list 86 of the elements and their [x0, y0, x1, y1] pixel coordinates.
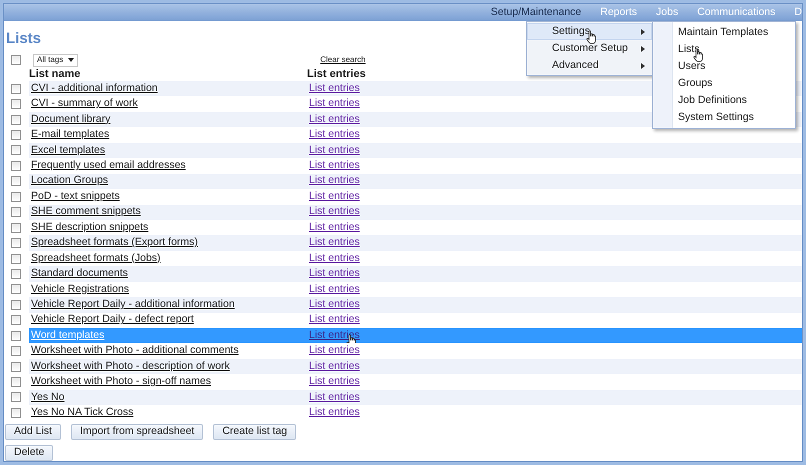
- menu-item[interactable]: Advanced: [527, 57, 652, 74]
- checkbox[interactable]: [11, 254, 21, 264]
- tag-select[interactable]: All tags: [33, 54, 78, 66]
- checkbox[interactable]: [11, 408, 21, 418]
- list-entries-link[interactable]: List entries: [309, 296, 360, 313]
- checkbox[interactable]: [11, 145, 21, 156]
- list-entries-link[interactable]: List entries: [309, 282, 360, 298]
- list-name-link[interactable]: Standard documents: [31, 266, 309, 282]
- checkbox[interactable]: [11, 84, 21, 94]
- list-entries-link[interactable]: List entries: [309, 250, 360, 266]
- list-name-link[interactable]: SHE description snippets: [31, 220, 309, 236]
- menu-item[interactable]: Maintain Templates: [678, 24, 768, 40]
- list-name-link[interactable]: Spreadsheet formats (Jobs): [31, 250, 309, 266]
- checkbox[interactable]: [11, 377, 21, 388]
- list-name-link[interactable]: Frequently used email addresses: [31, 158, 309, 174]
- checkbox[interactable]: [11, 362, 21, 372]
- checkbox[interactable]: [11, 160, 21, 171]
- checkbox[interactable]: [11, 238, 21, 248]
- button[interactable]: Create list tag: [213, 424, 296, 440]
- list-entries-link[interactable]: List entries: [309, 173, 360, 190]
- column-header: List entries: [307, 66, 366, 82]
- list-name-link[interactable]: CVI - additional information: [31, 80, 309, 97]
- checkbox[interactable]: [11, 114, 21, 125]
- list-name-link[interactable]: Yes No: [31, 390, 309, 406]
- list-name-link[interactable]: Vehicle Report Daily - additional information: [31, 296, 309, 313]
- list-entries-link[interactable]: List entries: [309, 142, 360, 158]
- checkbox[interactable]: [11, 222, 21, 233]
- submenu-arrow-icon: [641, 46, 645, 52]
- checkbox[interactable]: [11, 55, 21, 65]
- checkbox[interactable]: [11, 130, 21, 140]
- list-name-link[interactable]: Location Groups: [31, 173, 309, 190]
- checkbox[interactable]: [11, 300, 21, 310]
- list-name-link[interactable]: Spreadsheet formats (Export forms): [31, 235, 309, 251]
- list-name-link[interactable]: Excel templates: [31, 142, 309, 158]
- checkbox[interactable]: [11, 346, 21, 356]
- list-entries-link[interactable]: List entries: [309, 188, 360, 205]
- checkbox[interactable]: [11, 99, 21, 110]
- list-name-link[interactable]: Yes No NA Tick Cross: [31, 405, 309, 421]
- checkbox[interactable]: [11, 192, 21, 202]
- checkbox[interactable]: [11, 284, 21, 294]
- list-entries-link[interactable]: List entries: [309, 204, 360, 220]
- menu-item[interactable]: Customer Setup: [527, 40, 652, 57]
- list-name-link[interactable]: Worksheet with Photo - additional comments: [31, 343, 309, 360]
- checkbox[interactable]: [11, 315, 21, 326]
- list-entries-link[interactable]: List entries: [309, 220, 360, 236]
- list-name-link[interactable]: Worksheet with Photo - description of work: [31, 358, 309, 374]
- list-name-link[interactable]: E-mail templates: [31, 127, 309, 143]
- submenu-arrow-icon: [641, 28, 645, 34]
- submenu-arrow-icon: [641, 62, 645, 68]
- list-name-link[interactable]: Vehicle Registrations: [31, 282, 309, 298]
- list-entries-link[interactable]: List entries: [309, 112, 360, 128]
- menu-item[interactable]: Groups: [678, 76, 712, 92]
- menu-item[interactable]: Job Definitions: [678, 92, 747, 108]
- dropdown-arrow-icon: [68, 58, 74, 62]
- list-entries-link[interactable]: List entries: [309, 312, 360, 328]
- menu-item[interactable]: System Settings: [678, 110, 754, 126]
- button[interactable]: Add List: [5, 424, 61, 440]
- list-entries-link[interactable]: List entries: [309, 374, 360, 390]
- list-name-link[interactable]: CVI - summary of work: [31, 96, 309, 112]
- list-entries-link[interactable]: List entries: [309, 405, 360, 421]
- checkbox[interactable]: [11, 207, 21, 218]
- menu-item[interactable]: Setup/Maintenance: [490, 4, 582, 20]
- list-entries-link[interactable]: List entries: [309, 235, 360, 251]
- page-title: Lists: [6, 30, 42, 48]
- list-name-link[interactable]: Worksheet with Photo - sign-off names: [31, 374, 309, 390]
- list-name-link[interactable]: Document library: [31, 112, 309, 128]
- checkbox[interactable]: [11, 392, 21, 402]
- clear-search-link[interactable]: Clear search: [320, 54, 366, 66]
- list-entries-link[interactable]: List entries: [309, 343, 360, 360]
- button[interactable]: Delete: [5, 444, 54, 461]
- list-entries-link[interactable]: List entries: [309, 96, 360, 112]
- list-name-link[interactable]: Vehicle Report Daily - defect report: [31, 312, 309, 328]
- list-entries-link[interactable]: List entries: [309, 390, 360, 406]
- menu-item[interactable]: Users: [678, 58, 706, 74]
- checkbox[interactable]: [11, 176, 21, 186]
- list-entries-link[interactable]: List entries: [309, 266, 360, 282]
- list-name-link[interactable]: PoD - text snippets: [31, 188, 309, 205]
- button[interactable]: Import from spreadsheet: [70, 424, 204, 440]
- list-entries-link[interactable]: List entries: [309, 127, 360, 143]
- list-name-link[interactable]: SHE comment snippets: [31, 204, 309, 220]
- list-entries-link[interactable]: List entries: [309, 80, 360, 97]
- checkbox[interactable]: [11, 268, 21, 279]
- column-header: List name: [29, 66, 82, 82]
- list-entries-link[interactable]: List entries: [309, 358, 360, 374]
- list-entries-link[interactable]: List entries: [309, 158, 360, 174]
- checkbox[interactable]: [11, 330, 21, 341]
